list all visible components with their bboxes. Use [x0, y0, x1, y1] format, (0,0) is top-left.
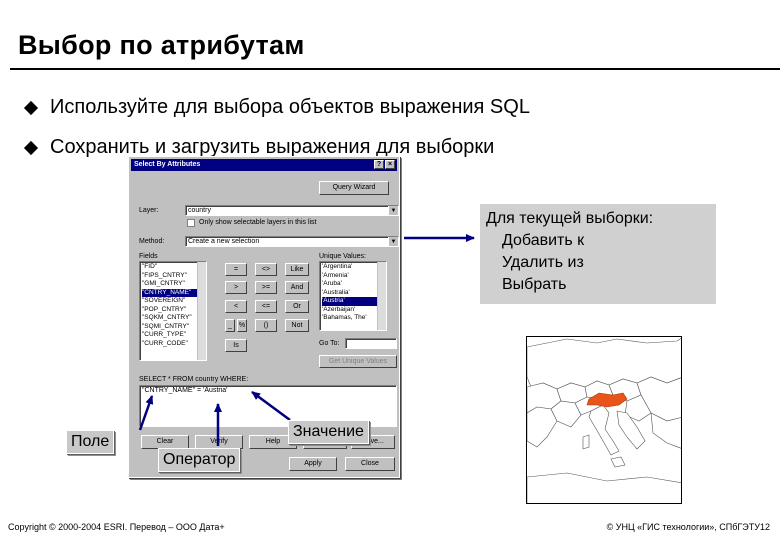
europe-map-drawing [527, 337, 681, 503]
island-sardinia [582, 434, 590, 450]
iberian-region [527, 406, 558, 448]
italian-peninsula [588, 404, 620, 456]
island-sicily [610, 456, 626, 468]
footer-page-info: © УНЦ «ГИС технологии», СПбГЭТУ12 [606, 522, 770, 532]
operator-label-box: Оператор [158, 448, 241, 472]
footer-copyright: Copyright © 2000-2004 ESRI. Перевод – ОО… [8, 522, 225, 532]
value-arrow [251, 390, 291, 422]
europe-map [526, 336, 682, 504]
value-label-box: Значение [288, 420, 369, 444]
field-label-box: Поле [66, 430, 115, 454]
north-africa-region [527, 472, 681, 503]
field-arrow [138, 395, 154, 431]
